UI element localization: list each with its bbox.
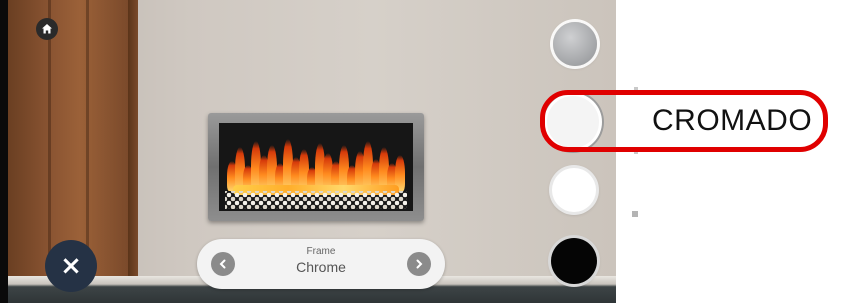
frame-selector: Frame Chrome (197, 239, 445, 289)
close-button[interactable]: × (45, 240, 97, 292)
fireplace-flames (227, 139, 405, 191)
annotation-label: CROMADO (652, 104, 813, 137)
screen-edge (0, 0, 8, 303)
fireplace-model[interactable] (208, 113, 424, 221)
chevron-right-icon (416, 259, 423, 269)
fireplace-stones (225, 191, 407, 209)
fireplace-firebox (219, 123, 413, 211)
close-icon: × (60, 251, 82, 281)
swatch-white[interactable] (552, 168, 596, 212)
frame-selector-label: Frame (306, 246, 336, 257)
home-icon (42, 24, 52, 34)
ar-camera-view: × Frame Chrome (0, 0, 616, 303)
home-button[interactable] (36, 18, 58, 40)
swatch-black[interactable] (551, 238, 597, 284)
swatch-silver[interactable] (553, 22, 597, 66)
door-edge (128, 0, 138, 303)
next-frame-button[interactable] (407, 252, 431, 276)
indicator-dot (632, 211, 638, 217)
